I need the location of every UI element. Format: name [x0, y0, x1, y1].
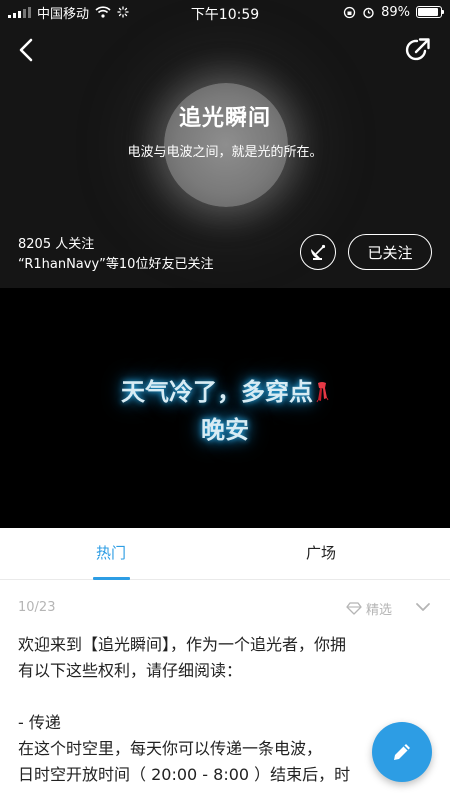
- banner-line-1: 天气冷了，多穿点: [0, 372, 450, 407]
- post-date: 10/23: [18, 600, 56, 615]
- banner-line-2: 晚安: [201, 416, 249, 444]
- post-line: 有以下这些权利，请仔细阅读：: [18, 661, 243, 680]
- featured-label: 精选: [366, 603, 393, 618]
- post-line: 欢迎来到【追光瞬间】，作为一个追光者，你拥: [18, 635, 347, 654]
- back-button[interactable]: [14, 36, 42, 64]
- compose-button[interactable]: [372, 722, 432, 782]
- chevron-down-icon[interactable]: [414, 600, 432, 614]
- back-arrow-icon: [19, 38, 33, 62]
- rotation-lock-icon: [343, 6, 356, 18]
- post-body[interactable]: 欢迎来到【追光瞬间】，作为一个追光者，你拥 有以下这些权利，请仔细阅读： - 传…: [18, 632, 436, 788]
- battery-percent: 89%: [381, 4, 410, 20]
- friends-following[interactable]: “R1hanNavy”等10位好友已关注: [18, 253, 213, 272]
- tab-bar: 热门 广场: [0, 528, 450, 580]
- post-line: [18, 684, 436, 710]
- battery-icon: [416, 6, 444, 18]
- banner-text-1: 天气冷了，多穿点: [121, 378, 313, 406]
- status-bar: 中国移动 下午10:59 89%: [0, 0, 450, 24]
- active-tab-indicator: [93, 577, 130, 580]
- pencil-icon: [394, 744, 410, 760]
- tab-square[interactable]: 广场: [306, 542, 336, 563]
- loading-spinner-icon: [117, 6, 129, 18]
- scarf-emoji-icon: [316, 382, 329, 403]
- broadcast-button[interactable]: [300, 234, 336, 270]
- page-title: 追光瞬间: [178, 106, 271, 131]
- follow-button[interactable]: 已关注: [348, 234, 432, 270]
- banner-image: 天气冷了，多穿点 晚安: [0, 288, 450, 528]
- featured-diamond-icon: [346, 602, 362, 615]
- share-icon: [405, 38, 430, 61]
- topic-header: 追光瞬间 电波与电波之间，就是光的所在。 8205 人关注 “R1hanNavy…: [0, 0, 450, 288]
- wifi-icon: [95, 6, 111, 18]
- followers-count: 8205 人关注: [18, 237, 95, 252]
- carrier-label: 中国移动: [37, 6, 90, 22]
- page-subtitle: 电波与电波之间，就是光的所在。: [127, 145, 323, 160]
- tab-hot[interactable]: 热门: [96, 542, 126, 563]
- alarm-icon: [363, 7, 374, 18]
- post-line: - 传递: [18, 713, 61, 732]
- signal-icon: [8, 6, 31, 18]
- featured-badge: 精选: [346, 599, 392, 618]
- satellite-dish-icon: [311, 244, 326, 260]
- post-line: 日时空开放时间（ 20:00 - 8:00 ）结束后，时: [18, 765, 351, 784]
- share-button[interactable]: [404, 36, 432, 64]
